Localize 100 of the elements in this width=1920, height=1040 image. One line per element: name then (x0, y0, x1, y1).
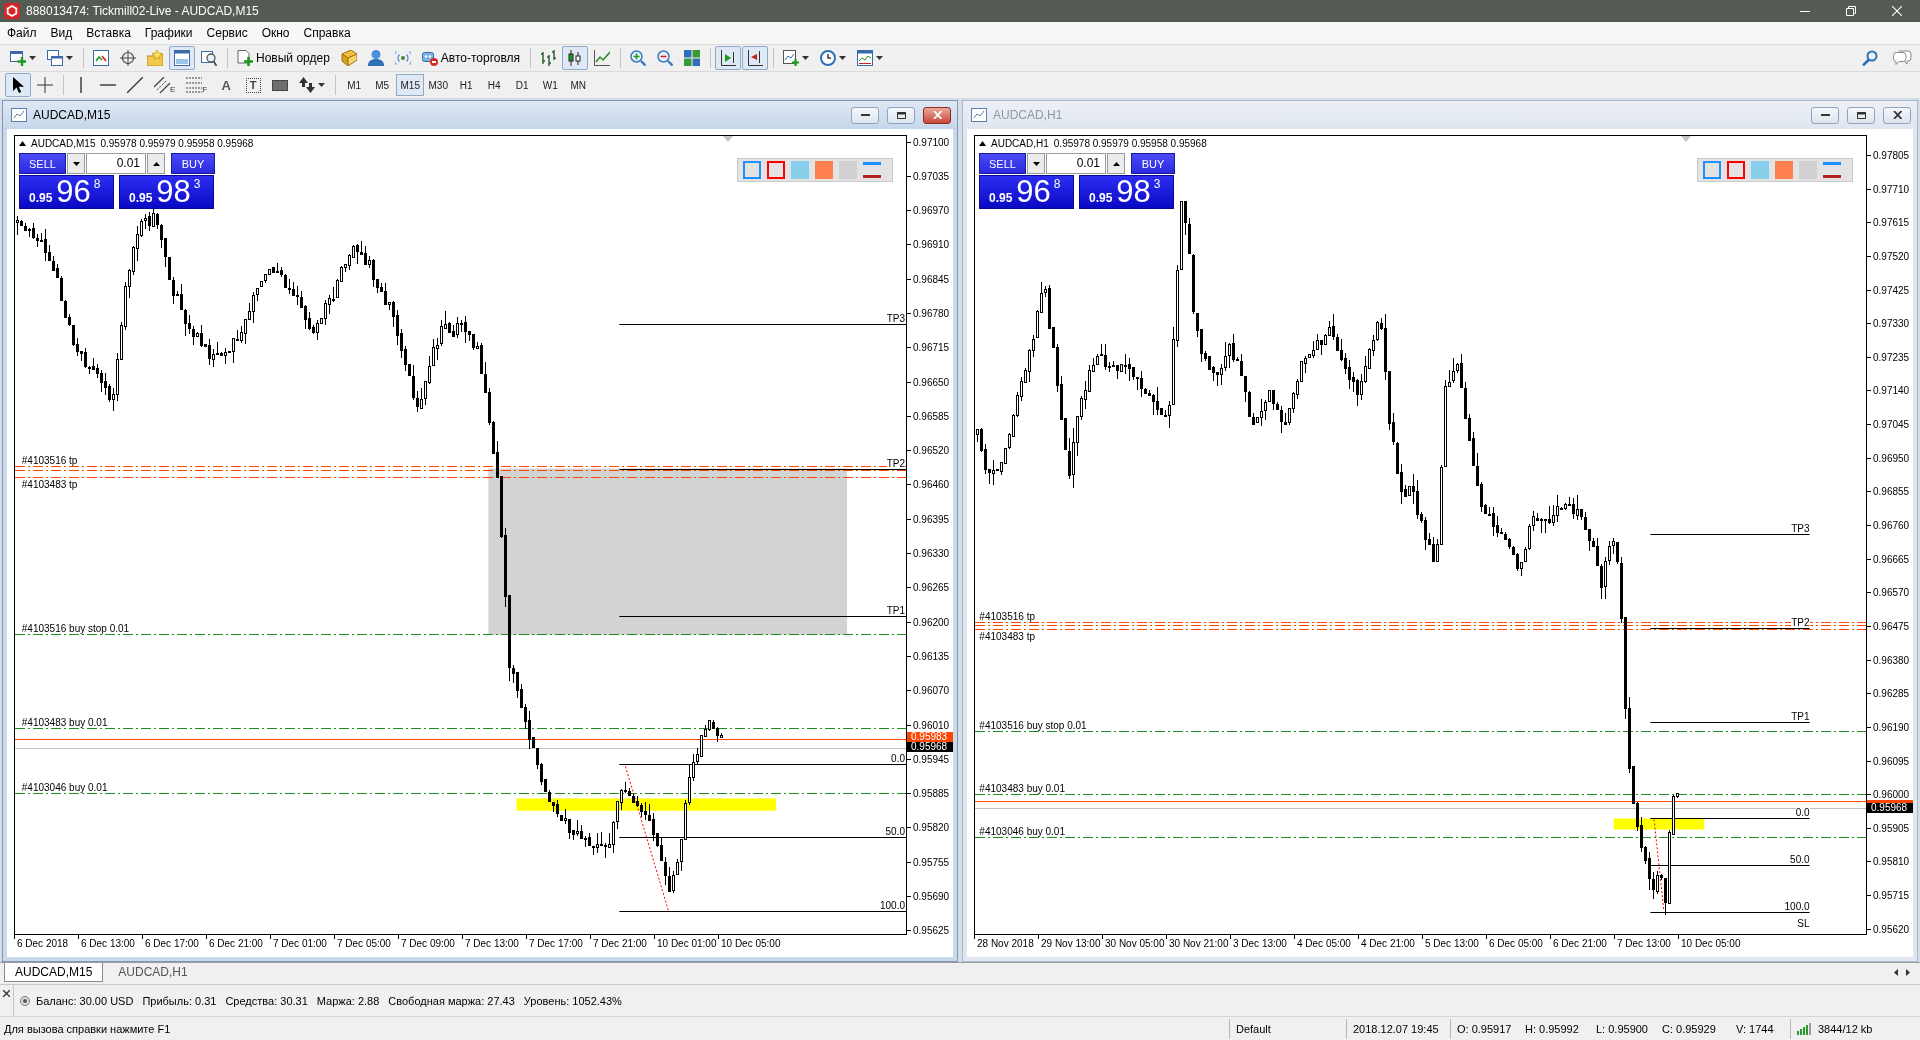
price-label: 0.96190 (1867, 721, 1913, 733)
dot-circle-icon (20, 995, 30, 1006)
lot-size-field[interactable]: 0.01 (1046, 153, 1106, 174)
target-label: TP2 (1791, 617, 1810, 628)
menu-item[interactable]: Файл (0, 23, 44, 43)
chart-symbol: AUDCAD,H1 (991, 138, 1049, 149)
close-icon[interactable] (3, 990, 10, 997)
window-plus-icon (10, 50, 26, 66)
sell-button[interactable]: SELL (979, 153, 1026, 174)
timeframe-button[interactable]: MN (564, 74, 593, 96)
zoom-out-icon (657, 50, 674, 66)
chart-symbol: AUDCAD,M15 (31, 138, 96, 149)
account-summary-item: Свободная маржа: 27.43 (388, 994, 515, 1007)
status-field: C: 0.95929 (1655, 1018, 1729, 1039)
price-label: 0.95905 (1867, 822, 1913, 834)
close-button[interactable] (1883, 106, 1911, 124)
chart-shift-button[interactable] (715, 46, 742, 70)
chart-quote: 0.95978 0.95979 0.95958 0.95968 (1053, 138, 1207, 149)
broadcast-icon (394, 50, 411, 66)
triangle-up-icon (152, 161, 160, 166)
terminal-button[interactable] (169, 46, 195, 70)
spin-up-button[interactable] (147, 153, 165, 174)
triangle-up-icon[interactable] (979, 141, 986, 146)
two-lines-icon[interactable] (1823, 162, 1841, 178)
close-button[interactable] (923, 106, 951, 124)
target-label: TP3 (1791, 523, 1810, 534)
time-label: 6 Dec 21:00 (206, 935, 270, 955)
square-outline-icon[interactable] (767, 161, 785, 179)
search-icon[interactable] (1862, 50, 1878, 66)
buy-button[interactable]: BUY (171, 153, 215, 174)
chart-window-icon (971, 107, 987, 123)
price-label: 0.96570 (1867, 587, 1913, 599)
new-order-button[interactable]: Новый ордер (232, 46, 335, 70)
price-label: 0.96650 (907, 376, 953, 388)
timeframe-button[interactable]: D1 (508, 74, 537, 96)
time-label: 6 Dec 2018 (14, 935, 78, 955)
timeframe-button[interactable]: M1 (340, 74, 369, 96)
triangle-left-icon[interactable] (1894, 968, 1898, 976)
caret-icon (66, 56, 73, 60)
cursor-button[interactable] (5, 73, 31, 97)
text-label-button[interactable]: T (240, 73, 267, 97)
take-profit-label: #4103483 tp (21, 478, 78, 490)
price-label: 0.97235 (1867, 351, 1913, 363)
restore-button[interactable] (1847, 106, 1875, 124)
price-label: 0.97615 (1867, 217, 1913, 229)
candle-chart-button[interactable] (562, 46, 589, 70)
menu-item[interactable]: Вставка (79, 23, 138, 43)
price-label: 0.96460 (907, 479, 953, 491)
menu-item[interactable]: Графики (137, 23, 200, 43)
square-outline-icon[interactable] (743, 161, 761, 179)
menu-item[interactable]: Окно (254, 23, 297, 43)
menu-item[interactable]: Сервис (199, 23, 255, 43)
fibo-level-label: 50.0 (1790, 854, 1810, 865)
price-label: 0.96200 (907, 616, 953, 628)
account-summary-item: Баланс: 30.00 USD (36, 994, 134, 1007)
price-label: 0.95885 (907, 788, 953, 800)
spin-down-button[interactable] (1027, 153, 1045, 174)
menu-item[interactable]: Справка (296, 23, 358, 43)
square-outline-icon[interactable] (1727, 161, 1745, 179)
bid-price-tag: 0.95968 (907, 742, 953, 752)
spin-up-button[interactable] (1107, 153, 1125, 174)
price-label: 0.96000 (1867, 789, 1913, 801)
lot-size-field[interactable]: 0.01 (86, 153, 146, 174)
folder-star-icon (147, 50, 163, 66)
timeframe-button[interactable]: M30 (424, 74, 453, 96)
status-field: Default (1229, 1018, 1346, 1039)
spin-down-button[interactable] (67, 153, 85, 174)
text-tool-button[interactable]: A (213, 73, 240, 97)
sell-button[interactable]: SELL (19, 153, 66, 174)
bid-price-tag: 0.95968 (1867, 803, 1913, 813)
minimize-button[interactable] (1811, 106, 1839, 124)
chat-icon[interactable] (1892, 50, 1912, 66)
timeframe-button[interactable]: W1 (536, 74, 565, 96)
square-outline-icon[interactable] (1703, 161, 1721, 179)
chart-tab[interactable]: AUDCAD,H1 (107, 963, 199, 982)
minimize-button[interactable] (851, 106, 879, 124)
channel-button[interactable]: E (149, 73, 181, 97)
ohlc-bars-icon (540, 50, 557, 66)
buy-button[interactable]: BUY (1131, 153, 1175, 174)
chart-shift-icon (720, 50, 737, 66)
triangle-right-icon[interactable] (1906, 968, 1910, 976)
triangle-up-icon[interactable] (19, 141, 26, 146)
timeframe-button[interactable]: M5 (368, 74, 397, 96)
two-lines-icon[interactable] (863, 162, 881, 178)
book-icon (340, 50, 357, 66)
fibo-button[interactable]: F (181, 73, 213, 97)
chart-tab[interactable]: AUDCAD,M15 (4, 963, 104, 982)
auto-trading-button[interactable]: Авто-торговля (416, 46, 526, 70)
price-label: 0.96910 (907, 239, 953, 251)
price-label: 0.95620 (1867, 923, 1913, 935)
status-field: 2018.12.07 19:45 (1346, 1018, 1450, 1039)
time-label: 7 Dec 09:00 (398, 935, 462, 955)
menu-item[interactable]: Вид (43, 23, 80, 43)
timeframe-button[interactable]: H4 (480, 74, 509, 96)
restore-button[interactable] (887, 106, 915, 124)
target-label: TP2 (886, 458, 905, 469)
order-label: #4103516 buy stop 0.01 (21, 623, 130, 634)
timeframe-button[interactable]: M15 (396, 74, 425, 96)
autoscroll-button[interactable] (742, 46, 769, 70)
timeframe-button[interactable]: H1 (452, 74, 481, 96)
